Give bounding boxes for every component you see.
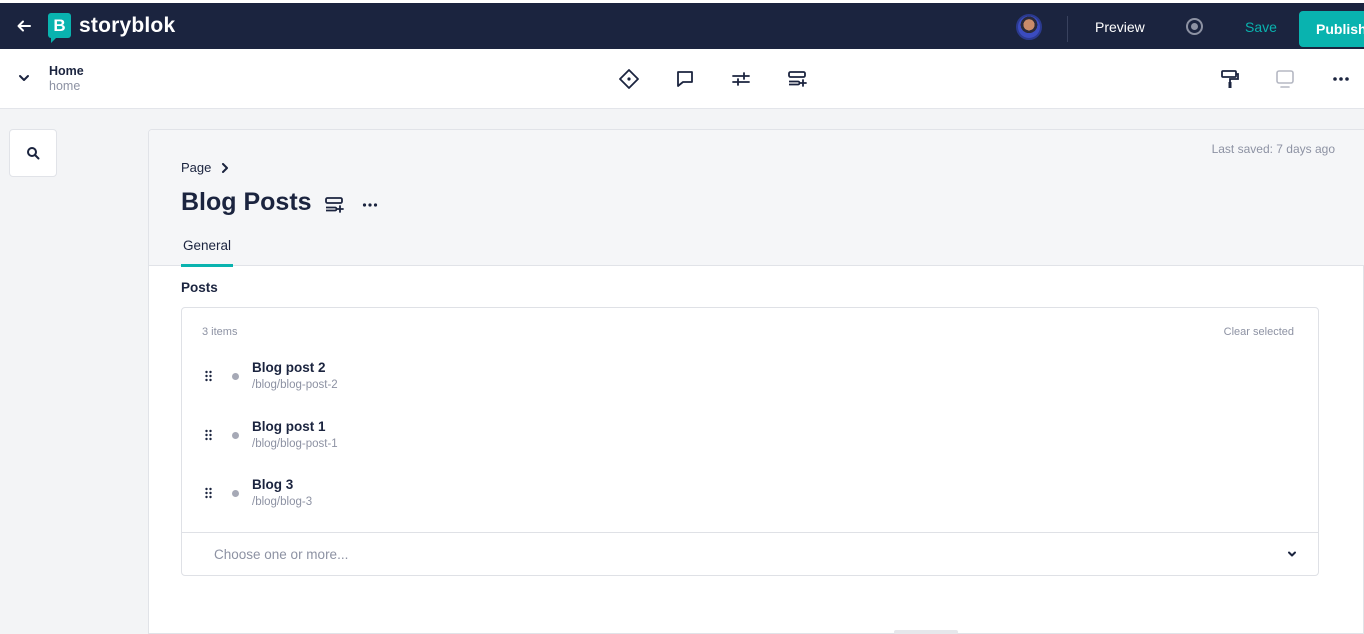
record-icon[interactable] [1186, 18, 1203, 35]
posts-multilink-field: 3 items Clear selected Blog post 2 /blog… [181, 307, 1319, 576]
storyblok-logo[interactable]: B storyblok [48, 13, 176, 43]
add-block-icon[interactable] [786, 68, 808, 90]
status-dot [232, 432, 239, 439]
back-button[interactable] [14, 15, 34, 37]
list-item[interactable]: Blog 3 /blog/blog-3 [182, 471, 1318, 521]
more-horizontal-icon[interactable] [1330, 68, 1352, 90]
search-button[interactable] [9, 129, 57, 177]
scrollbar-thumb[interactable] [894, 630, 958, 634]
save-button[interactable]: Save [1245, 19, 1277, 35]
drag-handle-icon[interactable] [204, 429, 214, 443]
item-slug: /blog/blog-3 [252, 496, 313, 508]
comment-icon[interactable] [674, 68, 696, 90]
user-avatar[interactable] [1016, 14, 1042, 40]
preview-button[interactable]: Preview [1095, 19, 1145, 35]
monitor-icon[interactable] [1274, 68, 1296, 90]
active-tab-indicator [181, 264, 233, 267]
drag-handle-icon[interactable] [204, 487, 214, 501]
chevron-down-icon [1288, 551, 1296, 557]
story-toolbar: Home home [0, 49, 1364, 109]
item-slug: /blog/blog-post-1 [252, 438, 338, 450]
content-diamond-icon[interactable] [618, 68, 640, 90]
logo-text: storyblok [79, 13, 176, 37]
list-item[interactable]: Blog post 1 /blog/blog-post-1 [182, 413, 1318, 463]
content-panel: Last saved: 7 days ago Page Blog Posts G… [148, 129, 1364, 634]
item-name[interactable]: Blog 3 [252, 477, 293, 492]
drag-handle-icon[interactable] [204, 370, 214, 384]
publish-button[interactable]: Publish [1299, 11, 1364, 47]
choose-posts-select[interactable]: Choose one or more... [182, 532, 1318, 576]
search-icon [27, 147, 40, 160]
settings-sliders-icon[interactable] [730, 68, 752, 90]
top-navigation-bar: B storyblok Preview Save Publish [0, 3, 1364, 49]
status-dot [232, 490, 239, 497]
more-horizontal-icon[interactable] [359, 194, 381, 216]
chevron-down-icon [19, 75, 29, 81]
paint-roller-icon[interactable] [1219, 68, 1241, 90]
item-name[interactable]: Blog post 2 [252, 360, 326, 375]
item-name[interactable]: Blog post 1 [252, 419, 326, 434]
arrow-left-icon [17, 20, 31, 32]
logo-mark: B [48, 13, 71, 43]
clear-selected-button[interactable]: Clear selected [1224, 326, 1294, 338]
tab-general[interactable]: General [181, 238, 233, 253]
last-saved-text: Last saved: 7 days ago [1211, 142, 1335, 156]
items-count: 3 items [202, 326, 238, 338]
list-item[interactable]: Blog post 2 /blog/blog-post-2 [182, 354, 1318, 404]
breadcrumb-label: Page [181, 160, 212, 175]
collapse-button[interactable] [16, 70, 32, 86]
add-block-icon[interactable] [323, 194, 345, 216]
panel-header: Last saved: 7 days ago Page Blog Posts G… [149, 130, 1364, 267]
breadcrumb[interactable]: Page [181, 160, 229, 175]
status-dot [232, 373, 239, 380]
select-placeholder: Choose one or more... [214, 547, 349, 562]
topbar-divider [1067, 16, 1068, 42]
chevron-right-icon [222, 162, 229, 173]
page-title: Blog Posts [181, 188, 312, 216]
story-title[interactable]: Home [49, 64, 84, 78]
item-slug: /blog/blog-post-2 [252, 379, 338, 391]
story-slug: home [49, 79, 81, 93]
posts-field-label: Posts [181, 280, 218, 295]
